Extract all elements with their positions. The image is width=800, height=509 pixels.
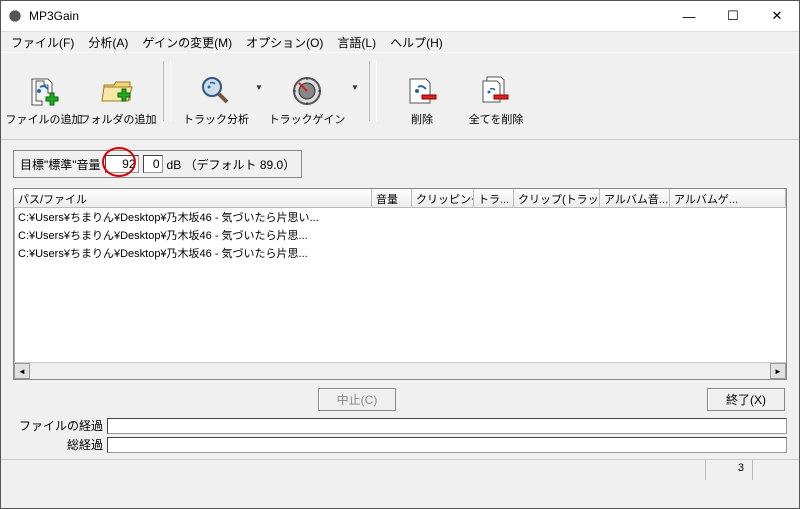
col-path[interactable]: パス/ファイル — [14, 189, 372, 207]
horizontal-scrollbar[interactable]: ◄ ► — [14, 362, 786, 379]
status-bar: 3 — [1, 459, 799, 480]
magnifier-music-icon — [198, 73, 234, 109]
scroll-right-arrow[interactable]: ► — [770, 363, 786, 379]
column-headers: パス/ファイル 音量 クリッピング トラ... クリップ(トラッ... アルバム… — [14, 189, 786, 208]
close-button[interactable]: ✕ — [755, 1, 799, 31]
file-list: パス/ファイル 音量 クリッピング トラ... クリップ(トラッ... アルバム… — [13, 188, 787, 380]
add-folder-button[interactable]: フォルダの追加 — [83, 57, 153, 129]
target-label: 目標"標準"音量 — [20, 156, 101, 173]
target-volume-row: 目標"標準"音量 dB （デフォルト 89.0） — [1, 140, 799, 188]
delete-all-label: 全てを削除 — [469, 111, 524, 127]
status-spacer — [1, 460, 705, 480]
track-gain-button[interactable]: トラックゲイン — [267, 57, 347, 129]
toolbar: ファイルの追加 フォルダの追加 トラック分析 ▼ トラックゲイン ▼ 削除 全て… — [1, 53, 799, 140]
menu-options[interactable]: オプション(O) — [240, 32, 329, 53]
file-rows: C:¥Users¥ちまりん¥Desktop¥乃木坂46 - 気づいたら片思い..… — [14, 208, 786, 362]
list-item[interactable]: C:¥Users¥ちまりん¥Desktop¥乃木坂46 - 気づいたら片思... — [14, 244, 786, 262]
track-gain-label: トラックゲイン — [269, 111, 346, 127]
col-clipping[interactable]: クリッピング — [412, 189, 474, 207]
menu-file[interactable]: ファイル(F) — [5, 32, 80, 53]
app-icon — [7, 8, 23, 24]
target-unit-label: dB （デフォルト 89.0） — [167, 156, 296, 173]
minimize-button[interactable]: — — [667, 1, 711, 31]
col-volume[interactable]: 音量 — [372, 189, 412, 207]
file-progress-label: ファイルの経過 — [13, 417, 103, 434]
menubar: ファイル(F) 分析(A) ゲインの変更(M) オプション(O) 言語(L) ヘ… — [1, 32, 799, 53]
delete-button[interactable]: 削除 — [387, 57, 457, 129]
target-volume-box: 目標"標準"音量 dB （デフォルト 89.0） — [13, 150, 302, 178]
col-album-gain[interactable]: アルバムゲ... — [670, 189, 786, 207]
music-file-add-icon — [26, 73, 62, 109]
app-window: MP3Gain — ☐ ✕ ファイル(F) 分析(A) ゲインの変更(M) オプ… — [0, 0, 800, 509]
scroll-left-arrow[interactable]: ◄ — [14, 363, 30, 379]
add-folder-label: フォルダの追加 — [80, 111, 157, 127]
toolbar-separator-2 — [369, 61, 377, 121]
resize-grip[interactable] — [752, 460, 799, 480]
menu-language[interactable]: 言語(L) — [331, 32, 382, 53]
total-progress-label: 総経過 — [13, 436, 103, 453]
music-files-remove-icon — [478, 73, 514, 109]
progress-area: ファイルの経過 総経過 — [1, 415, 799, 459]
window-title: MP3Gain — [29, 9, 667, 23]
track-analysis-dropdown[interactable]: ▼ — [255, 57, 263, 117]
toolbar-separator — [163, 61, 171, 121]
target-volume-input[interactable] — [105, 155, 139, 173]
add-file-label: ファイルの追加 — [6, 111, 83, 127]
folder-add-icon — [100, 73, 136, 109]
add-file-button[interactable]: ファイルの追加 — [9, 57, 79, 129]
target-decimal-input[interactable] — [143, 155, 163, 173]
track-analysis-label: トラック分析 — [183, 111, 249, 127]
delete-label: 削除 — [411, 111, 433, 127]
cancel-button[interactable]: 中止(C) — [318, 388, 397, 411]
titlebar: MP3Gain — ☐ ✕ — [1, 1, 799, 32]
track-gain-dropdown[interactable]: ▼ — [351, 57, 359, 117]
maximize-button[interactable]: ☐ — [711, 1, 755, 31]
music-file-remove-icon — [404, 73, 440, 109]
col-clip-track[interactable]: クリップ(トラッ... — [514, 189, 600, 207]
total-progress-bar — [107, 437, 787, 453]
col-track[interactable]: トラ... — [474, 189, 514, 207]
scroll-track[interactable] — [30, 364, 770, 378]
menu-analysis[interactable]: 分析(A) — [82, 32, 134, 53]
track-analysis-button[interactable]: トラック分析 — [181, 57, 251, 129]
delete-all-button[interactable]: 全てを削除 — [461, 57, 531, 129]
dial-icon — [289, 73, 325, 109]
status-count: 3 — [705, 460, 752, 480]
menu-help[interactable]: ヘルプ(H) — [384, 32, 449, 53]
list-item[interactable]: C:¥Users¥ちまりん¥Desktop¥乃木坂46 - 気づいたら片思... — [14, 226, 786, 244]
list-item[interactable]: C:¥Users¥ちまりん¥Desktop¥乃木坂46 - 気づいたら片思い..… — [14, 208, 786, 226]
menu-gain[interactable]: ゲインの変更(M) — [136, 32, 238, 53]
file-progress-bar — [107, 418, 787, 434]
col-album-vol[interactable]: アルバム音... — [600, 189, 670, 207]
exit-button[interactable]: 終了(X) — [707, 388, 785, 411]
button-row: 中止(C) 終了(X) — [1, 380, 799, 415]
